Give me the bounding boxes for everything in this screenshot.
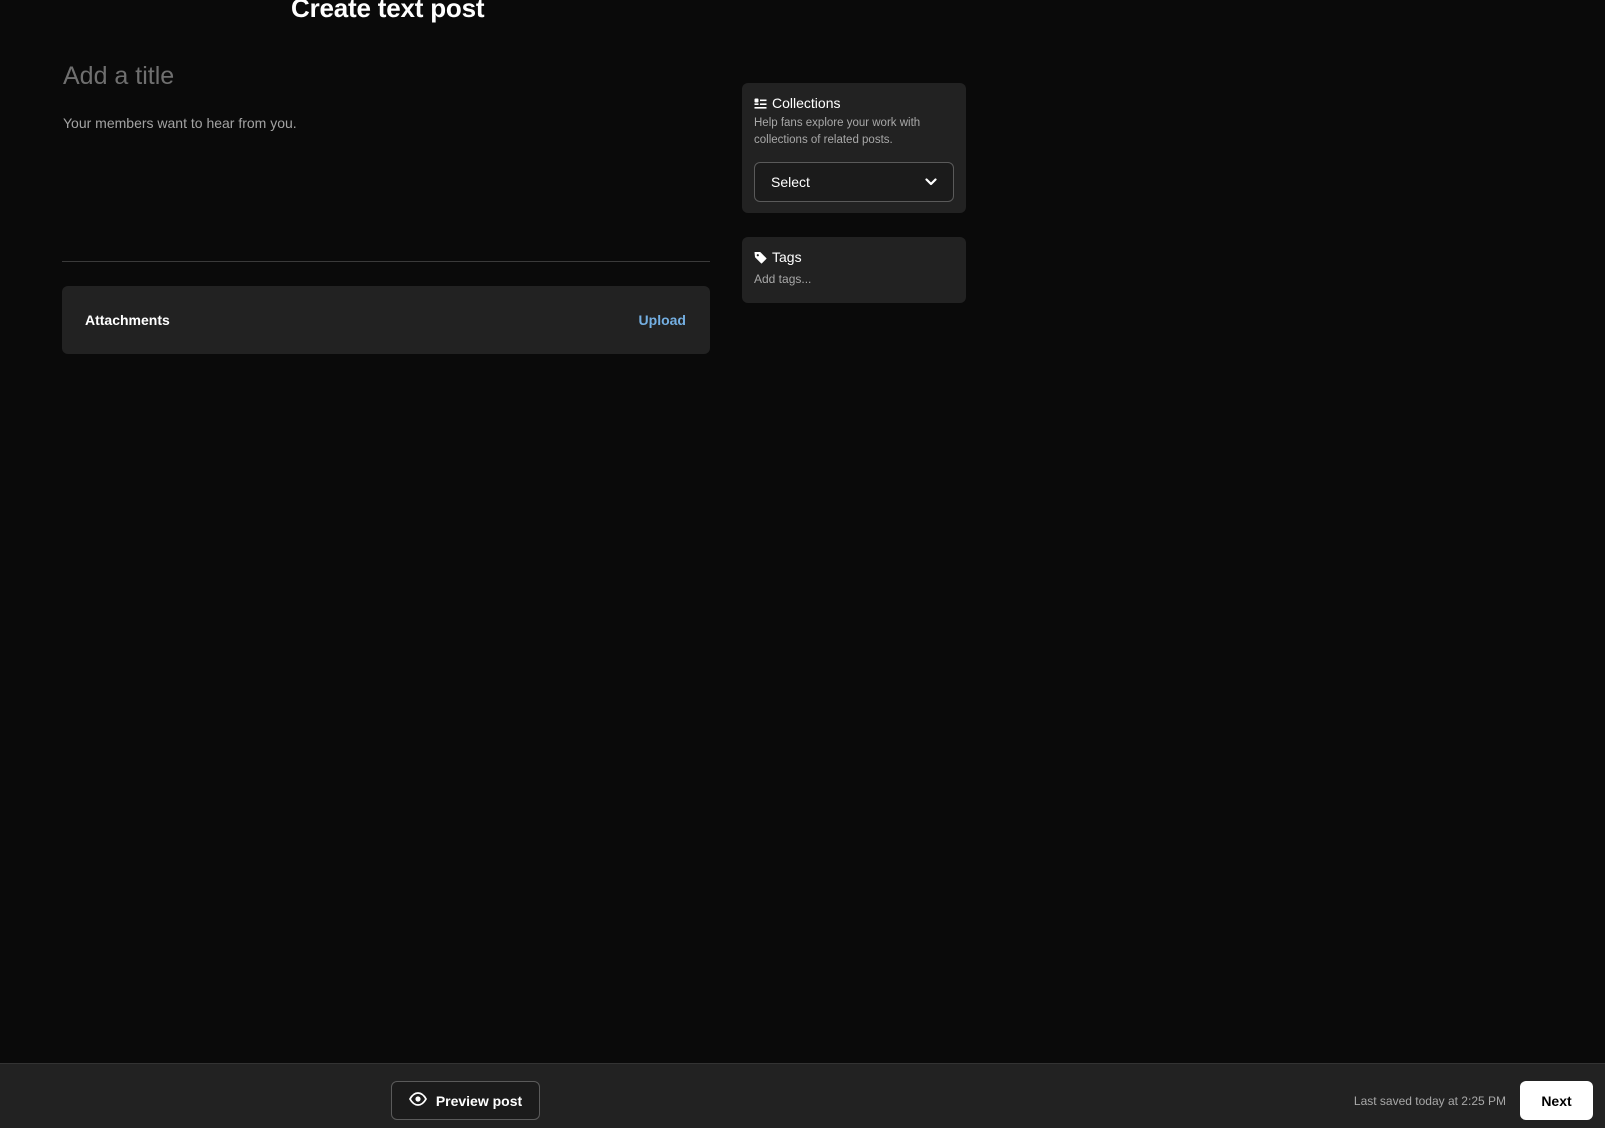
- collections-icon: [754, 98, 767, 109]
- collections-select-value: Select: [771, 174, 810, 190]
- post-editor: [62, 58, 710, 233]
- tags-input[interactable]: [754, 270, 954, 288]
- tag-icon: [754, 251, 767, 264]
- collections-title: Collections: [772, 95, 841, 111]
- preview-post-button[interactable]: Preview post: [391, 1081, 540, 1120]
- editor-divider: [62, 261, 710, 262]
- preview-post-label: Preview post: [435, 1092, 523, 1109]
- create-post-page: Create text post Attachments Upload Coll…: [0, 0, 1605, 1128]
- post-title-input[interactable]: [62, 58, 710, 94]
- upload-button[interactable]: Upload: [639, 312, 686, 328]
- next-button[interactable]: Next: [1520, 1081, 1593, 1120]
- post-body-input[interactable]: [62, 115, 710, 233]
- last-saved-status: Last saved today at 2:25 PM: [1353, 1094, 1506, 1108]
- footer-bar: Preview post Last saved today at 2:25 PM…: [0, 1063, 1605, 1128]
- tags-title: Tags: [772, 249, 802, 265]
- attachments-label: Attachments: [85, 312, 170, 328]
- tags-card: Tags: [742, 237, 966, 303]
- chevron-down-icon: [925, 173, 937, 191]
- collections-header: Collections: [754, 95, 954, 111]
- attachments-panel: Attachments Upload: [62, 286, 710, 354]
- eye-icon: [408, 1092, 427, 1109]
- collections-description: Help fans explore your work with collect…: [754, 117, 921, 146]
- collections-card: Collections Help fans explore your work …: [742, 83, 966, 213]
- tags-header: Tags: [754, 249, 954, 265]
- collections-select[interactable]: Select: [754, 162, 954, 202]
- page-title: Create text post: [291, 0, 485, 23]
